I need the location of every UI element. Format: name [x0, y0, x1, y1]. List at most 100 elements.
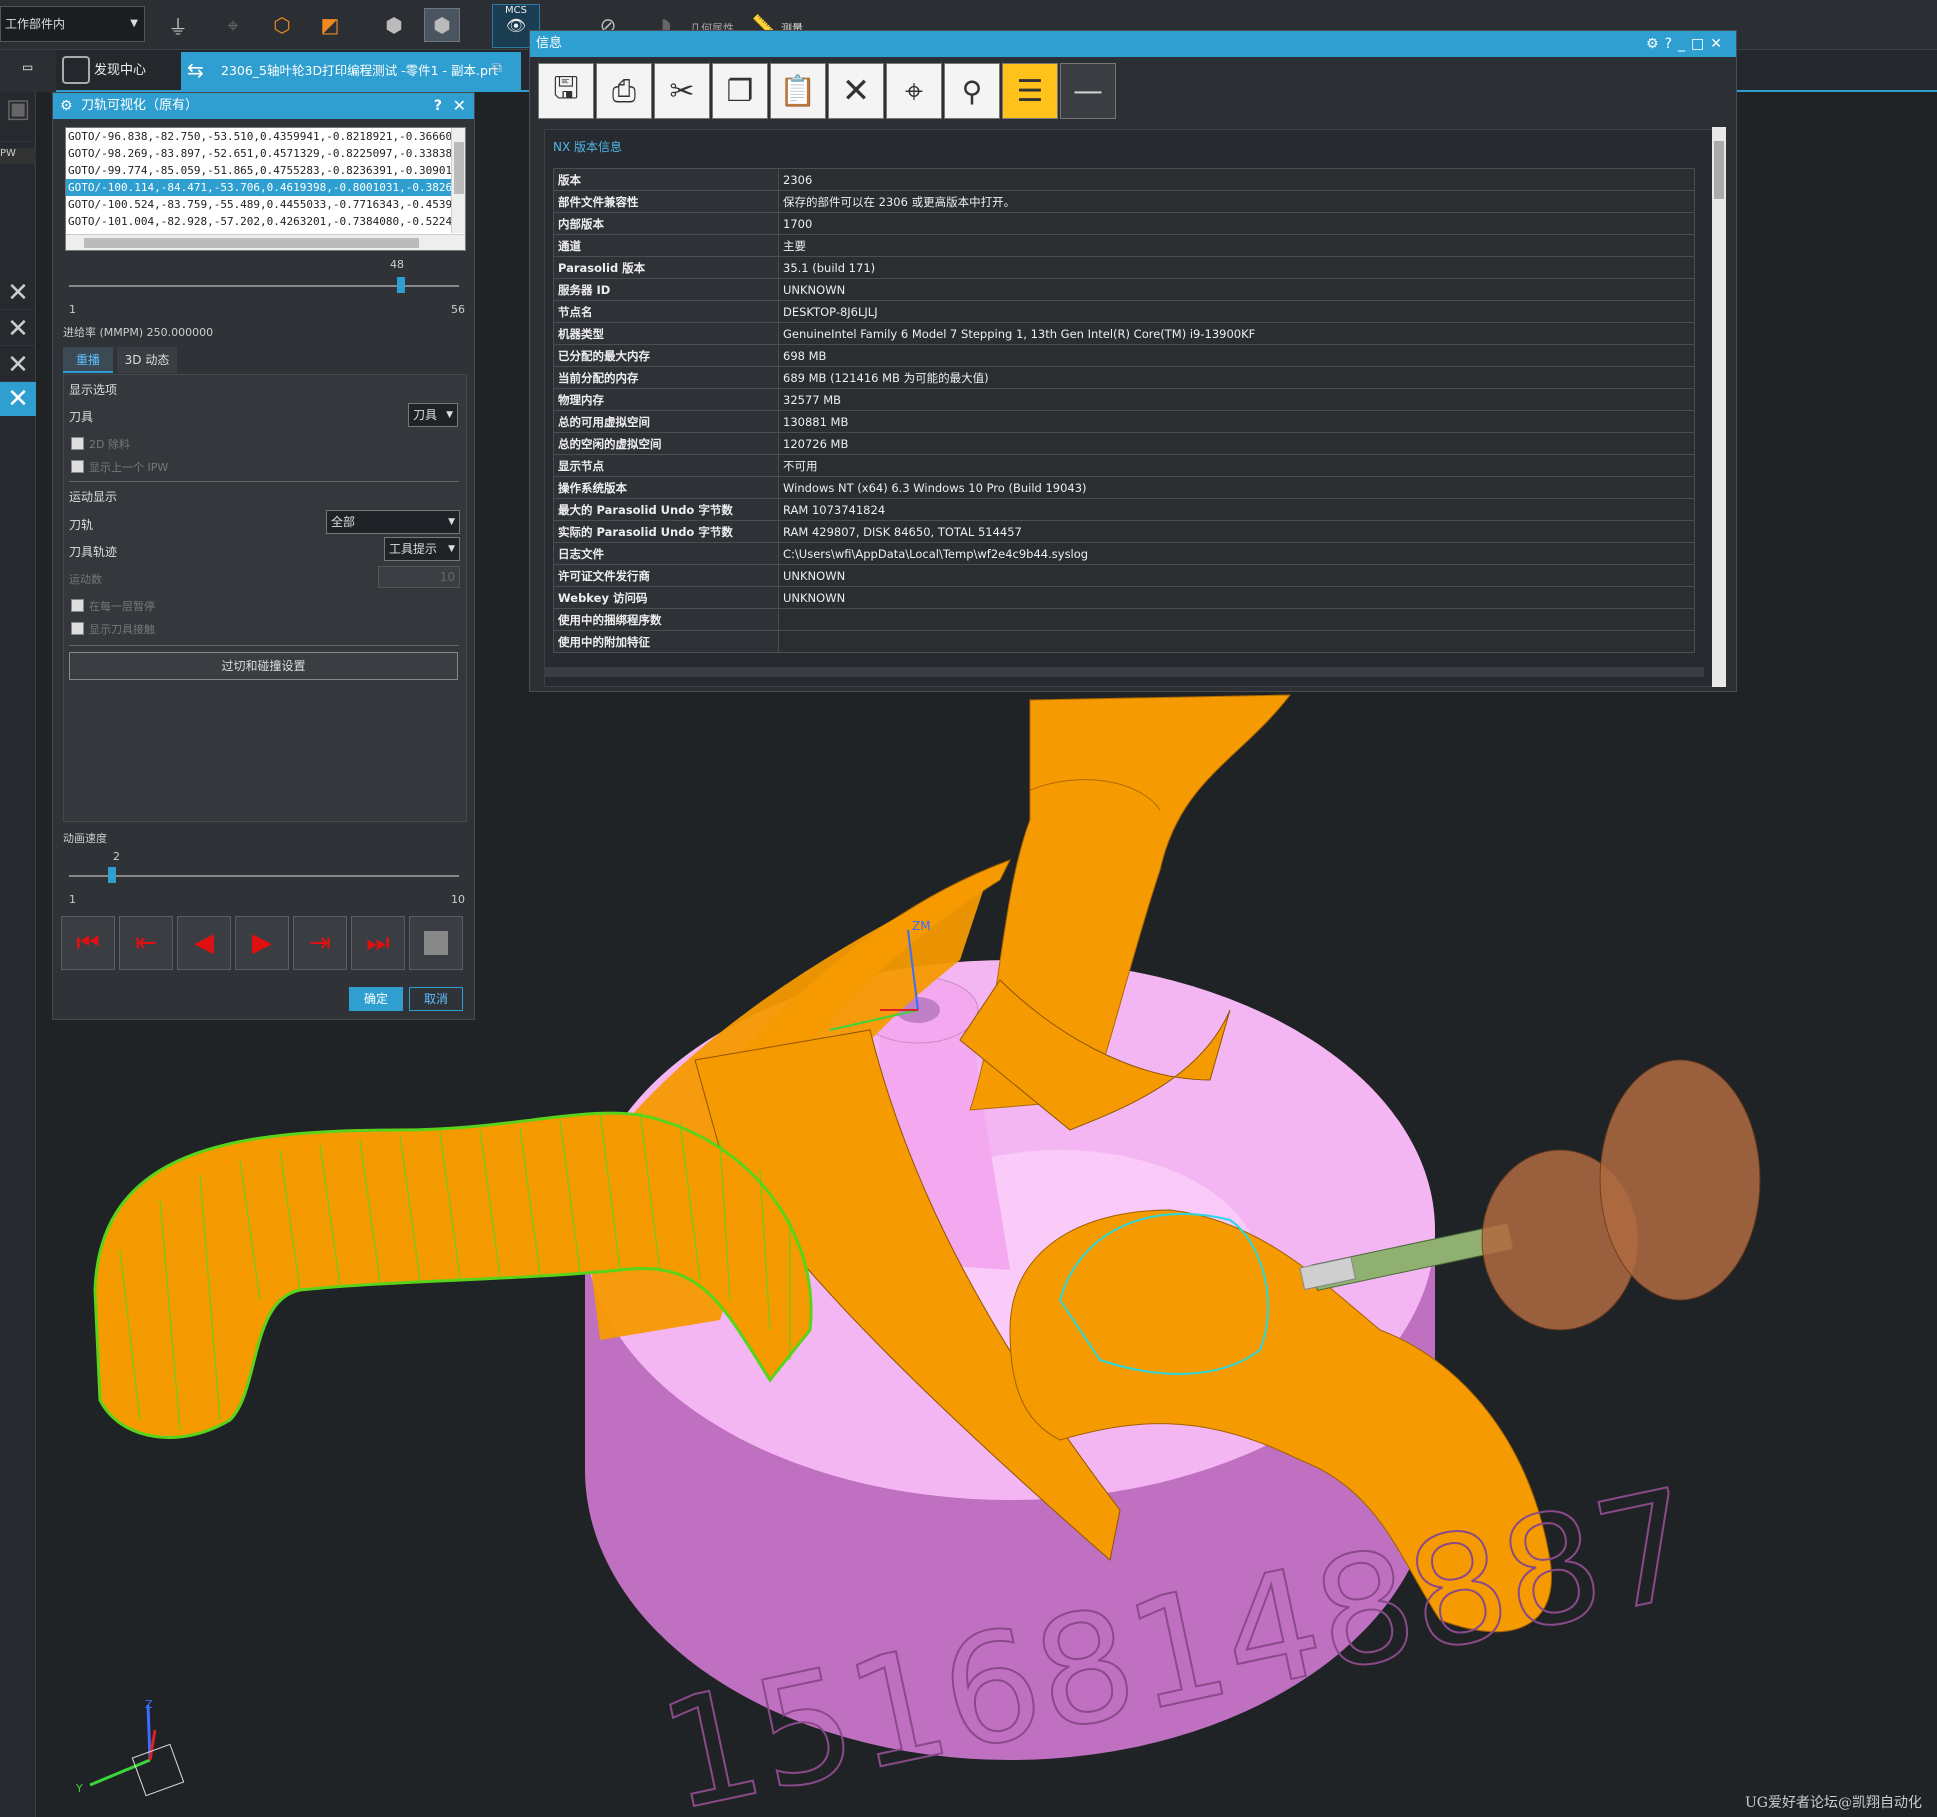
- step-slider-knob[interactable]: [396, 277, 405, 293]
- tab-part-file[interactable]: ⇆ 2306_5轴叶轮3D打印编程测试 -零件1 - 副本.prt: [181, 52, 521, 92]
- resource-x-icon-3[interactable]: ✕: [0, 348, 36, 382]
- info-value: 689 MB (121416 MB 为可能的最大值): [778, 366, 1695, 389]
- step-slider-value: 48: [390, 258, 404, 271]
- tab-3d-dynamic[interactable]: 3D 动态: [117, 347, 177, 373]
- view-select-icon[interactable]: ◩: [312, 8, 348, 42]
- step-back-button[interactable]: ⇤: [119, 916, 173, 970]
- table-row: 许可证文件发行商 UNKNOWN: [553, 564, 1695, 587]
- feed-rate-text: 进给率 (MMPM) 250.000000: [63, 326, 214, 339]
- vertical-scrollbar[interactable]: [451, 128, 465, 233]
- copy-icon: ❐: [726, 73, 754, 109]
- anim-speed-track[interactable]: [69, 875, 459, 877]
- box-select-icon[interactable]: ⬡: [264, 8, 300, 42]
- find-button[interactable]: ⚲: [944, 63, 1000, 119]
- horizontal-scrollbar[interactable]: [544, 667, 1704, 677]
- toolpath-visualization-dialog: ⚙ 刀轨可视化（原有） ? ✕ GOTO/-96.838,-82.750,-53…: [52, 92, 475, 1020]
- info-value: UNKNOWN: [778, 586, 1695, 609]
- resource-x-icon-1[interactable]: ✕: [0, 276, 36, 310]
- list-item[interactable]: GOTO/-98.269,-83.897,-52.651,0.4571329,-…: [66, 145, 451, 162]
- info-key: 总的空闲的虚拟空间: [553, 432, 779, 455]
- info-key: 日志文件: [553, 542, 779, 565]
- copy-button[interactable]: ❐: [712, 63, 768, 119]
- list-item[interactable]: GOTO/-100.524,-83.759,-55.489,0.4455033,…: [66, 196, 451, 213]
- ok-button[interactable]: 确定: [349, 987, 403, 1011]
- cut-button[interactable]: ✂: [654, 63, 710, 119]
- gouge-collision-settings-button[interactable]: 过切和碰撞设置: [69, 652, 458, 680]
- stop-icon: [424, 931, 448, 955]
- step-forward-button[interactable]: ⇥: [293, 916, 347, 970]
- info-key: 使用中的附加特征: [553, 630, 779, 653]
- table-row: 通道 主要: [553, 234, 1695, 257]
- help-icon[interactable]: ?: [434, 93, 442, 119]
- shaded-cube-icon[interactable]: ⬢: [376, 8, 412, 42]
- maximize-icon[interactable]: □: [1691, 36, 1710, 52]
- snap-icon[interactable]: ⌖: [215, 8, 251, 42]
- gear-icon[interactable]: ⚙: [60, 93, 73, 119]
- chevron-down-icon: ▼: [448, 544, 455, 554]
- goto-list[interactable]: GOTO/-96.838,-82.750,-53.510,0.4359941,-…: [65, 127, 466, 251]
- list-item[interactable]: GOTO/-96.838,-82.750,-53.510,0.4359941,-…: [66, 128, 451, 145]
- save-button[interactable]: 🖫: [538, 63, 594, 119]
- close-icon[interactable]: ✕: [1710, 36, 1728, 52]
- table-row: 内部版本 1700: [553, 212, 1695, 235]
- tool-trace-dropdown[interactable]: 工具提示 ▼: [384, 537, 460, 561]
- minimize-panel-button[interactable]: —: [1060, 63, 1116, 119]
- skip-forward-icon: ⏭: [366, 927, 390, 958]
- info-title-bar[interactable]: 信息 ⚙?_□✕: [530, 31, 1736, 57]
- checkbox-show-prev-ipw-label: 显示上一个 IPW: [89, 461, 169, 474]
- print-button[interactable]: ⎙: [596, 63, 652, 119]
- binoculars-icon: ⚲: [961, 74, 983, 108]
- rewind-to-start-button[interactable]: ⏮: [61, 916, 115, 970]
- play-forward-button[interactable]: ▶: [235, 916, 289, 970]
- vertical-scrollbar[interactable]: [1712, 127, 1726, 687]
- resource-x-icon-2[interactable]: ✕: [0, 312, 36, 346]
- list-item-selected[interactable]: GOTO/-100.114,-84.471,-53.706,0.4619398,…: [66, 179, 451, 196]
- part-file-icon: ⇆: [187, 58, 204, 82]
- tab-replay[interactable]: 重播: [63, 347, 113, 373]
- select-point-button[interactable]: ⌖: [886, 63, 942, 119]
- info-key: Webkey 访问码: [553, 586, 779, 609]
- list-item[interactable]: GOTO/-99.774,-85.059,-51.865,0.4755283,-…: [66, 162, 451, 179]
- path-dropdown[interactable]: 全部 ▼: [326, 510, 460, 534]
- minimize-icon[interactable]: _: [1678, 36, 1691, 52]
- play-reverse-button[interactable]: ◀: [177, 916, 231, 970]
- display-options-heading: 显示选项: [69, 383, 118, 397]
- horizontal-scrollbar[interactable]: [66, 234, 465, 250]
- info-key: 通道: [553, 234, 779, 257]
- work-part-select[interactable]: 工作部件内 ▼: [0, 6, 145, 42]
- checkbox-show-prev-ipw[interactable]: [71, 460, 84, 473]
- fast-forward-end-button[interactable]: ⏭: [351, 916, 405, 970]
- divider: [69, 645, 459, 646]
- info-value: GenuineIntel Family 6 Model 7 Stepping 1…: [778, 322, 1695, 345]
- checkbox-2d-remove[interactable]: [71, 437, 84, 450]
- info-value: [778, 630, 1695, 653]
- tab-discover-label: 发现中心: [94, 63, 147, 78]
- cancel-button[interactable]: 取消: [409, 987, 463, 1011]
- stop-button[interactable]: [409, 916, 463, 970]
- delete-button[interactable]: ✕: [828, 63, 884, 119]
- gear-icon[interactable]: ⚙: [1646, 36, 1665, 52]
- checkbox-2d-remove-label: 2D 除料: [89, 438, 130, 451]
- resource-x-icon-selected[interactable]: ✕: [0, 382, 36, 416]
- tab-discover-center[interactable]: 发现中心: [56, 52, 181, 90]
- motion-count-input[interactable]: 10: [378, 566, 460, 588]
- navigator-icon[interactable]: ▣: [0, 92, 36, 142]
- tab-detach-icon[interactable]: ⧉: [492, 60, 502, 76]
- checkbox-show-contact[interactable]: [71, 622, 84, 635]
- dash-icon: —: [1073, 73, 1103, 109]
- anim-speed-knob[interactable]: [107, 867, 116, 883]
- filter-icon[interactable]: ⏚: [160, 8, 196, 42]
- table-row: 当前分配的内存 689 MB (121416 MB 为可能的最大值): [553, 366, 1695, 389]
- shaded-edge-cube-icon[interactable]: ⬢: [424, 8, 460, 42]
- paste-button[interactable]: 📋: [770, 63, 826, 119]
- help-icon[interactable]: ?: [1665, 36, 1678, 52]
- dialog-title-bar[interactable]: ⚙ 刀轨可视化（原有） ? ✕: [53, 93, 474, 119]
- word-wrap-button[interactable]: ☰: [1002, 63, 1058, 119]
- checkbox-pause-each-layer[interactable]: [71, 599, 84, 612]
- close-icon[interactable]: ✕: [453, 93, 466, 119]
- info-value: Windows NT (x64) 6.3 Windows 10 Pro (Bui…: [778, 476, 1695, 499]
- info-content[interactable]: NX 版本信息 版本 2306 部件文件兼容性 保存的部件可以在 2306 或更高版本…: [544, 129, 1714, 687]
- tool-dropdown[interactable]: 刀具 ▼: [408, 403, 458, 427]
- list-item[interactable]: GOTO/-101.004,-82.928,-57.202,0.4263201,…: [66, 213, 451, 230]
- info-key: 内部版本: [553, 212, 779, 235]
